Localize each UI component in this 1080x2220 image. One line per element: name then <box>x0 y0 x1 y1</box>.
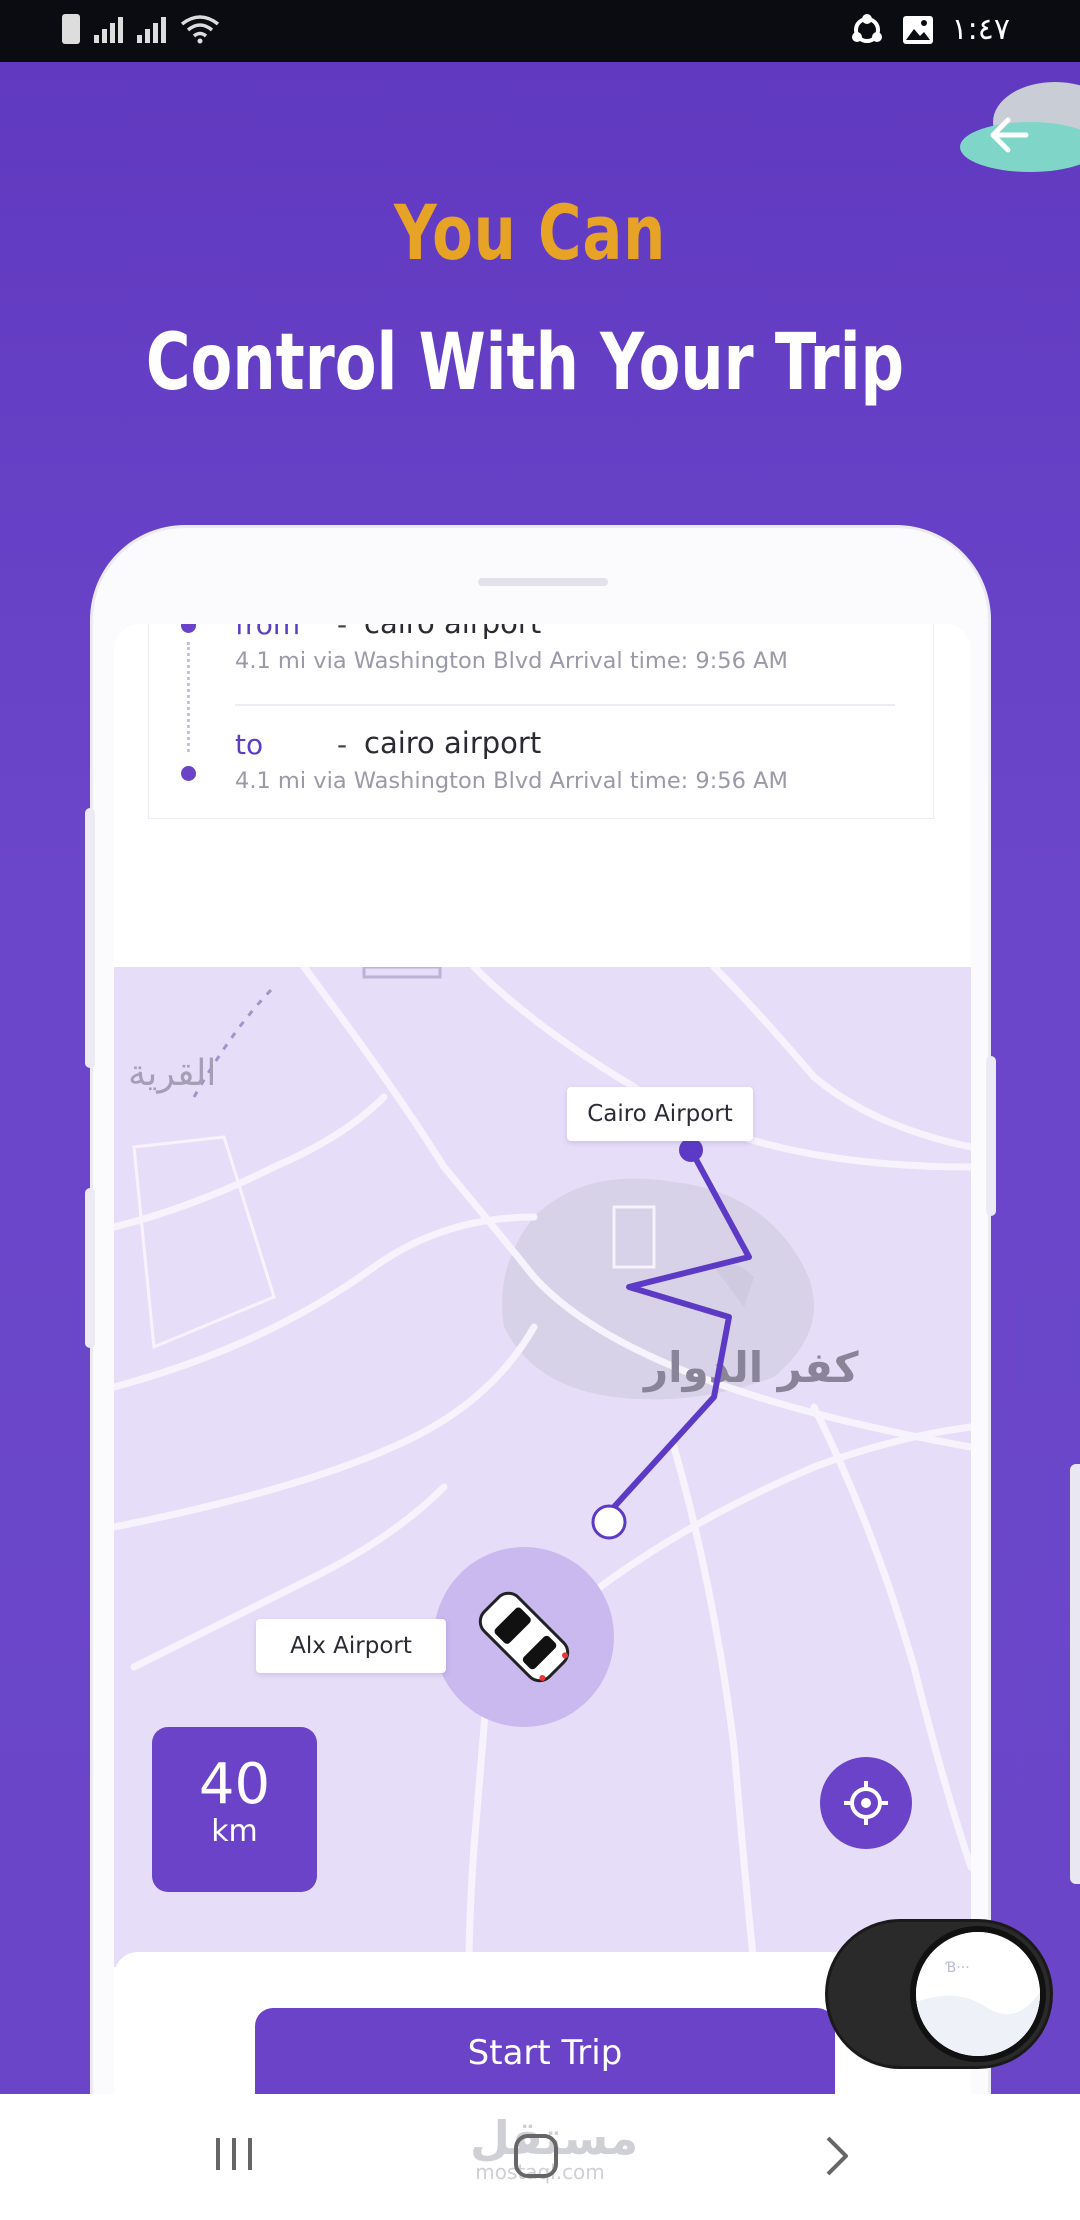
floating-toggle[interactable]: Ɓ··· <box>828 1922 1050 2066</box>
start-trip-button[interactable]: Start Trip <box>255 2008 835 2108</box>
destination-pin-icon <box>679 1138 703 1162</box>
from-info: 4.1 mi via Washington Blvd Arrival time:… <box>235 648 788 674</box>
status-right: ١:٤٧ <box>850 12 1010 47</box>
floating-toggle-knob[interactable]: Ɓ··· <box>910 1926 1046 2062</box>
phone-side-button <box>986 1056 996 1216</box>
route-connector <box>187 642 190 752</box>
to-dot-icon <box>181 766 196 781</box>
svg-text:Ɓ···: Ɓ··· <box>945 1960 970 1976</box>
distance-value: 40 <box>198 1752 271 1817</box>
title-line-1: You Can <box>393 188 667 277</box>
status-left <box>62 14 220 44</box>
locate-button[interactable] <box>820 1757 912 1849</box>
from-dash: - <box>337 624 348 641</box>
to-destination: cairo airport <box>364 726 542 760</box>
recents-icon[interactable] <box>212 2134 256 2174</box>
map-view[interactable]: القرية كفر الدوار Cairo Airport Alx Airp… <box>114 967 971 1967</box>
trip-separator <box>235 704 895 706</box>
screen: ١:٤٧ You Can Control With Your Trip from… <box>0 0 1080 2220</box>
wifi-icon <box>180 15 220 44</box>
gallery-icon <box>902 15 933 44</box>
chevron-right-icon[interactable] <box>822 2134 852 2178</box>
phone-speaker <box>478 578 608 586</box>
edge-panel-handle[interactable] <box>1070 1464 1080 1884</box>
signal-icon <box>94 15 123 43</box>
origin-pin-icon <box>591 1504 627 1540</box>
phone-side-button <box>85 1188 95 1348</box>
map-place-label: القرية <box>128 1053 216 1094</box>
sync-icon <box>851 13 882 43</box>
status-bar: ١:٤٧ <box>0 0 1080 62</box>
navigation-bar: مستقل mostaql.com <box>0 2094 1080 2220</box>
to-dash: - <box>337 728 348 761</box>
status-time: ١:٤٧ <box>951 12 1010 47</box>
distance-unit: km <box>211 1814 258 1849</box>
locate-target-icon <box>844 1781 888 1825</box>
to-label: to <box>235 728 264 761</box>
title-line-2: Control With Your Trip <box>145 318 905 408</box>
destination-label: Cairo Airport <box>567 1087 753 1141</box>
map-place-label: كفر الدوار <box>642 1343 859 1393</box>
back-arrow-icon[interactable] <box>986 112 1032 158</box>
from-label: from <box>235 624 301 641</box>
trip-card: from - cairo airport 4.1 mi via Washingt… <box>148 624 934 819</box>
distance-box: 40 km <box>152 1727 317 1892</box>
signal-icon <box>137 15 166 43</box>
phone-side-button <box>85 808 95 1068</box>
from-destination: cairo airport <box>364 624 541 640</box>
to-info: 4.1 mi via Washington Blvd Arrival time:… <box>235 768 788 794</box>
from-dot-icon <box>181 624 196 633</box>
origin-label: Alx Airport <box>256 1619 446 1673</box>
home-icon[interactable] <box>512 2132 560 2180</box>
floating-preview-icon: Ɓ··· <box>916 1932 1040 2056</box>
battery-icon <box>62 14 80 44</box>
